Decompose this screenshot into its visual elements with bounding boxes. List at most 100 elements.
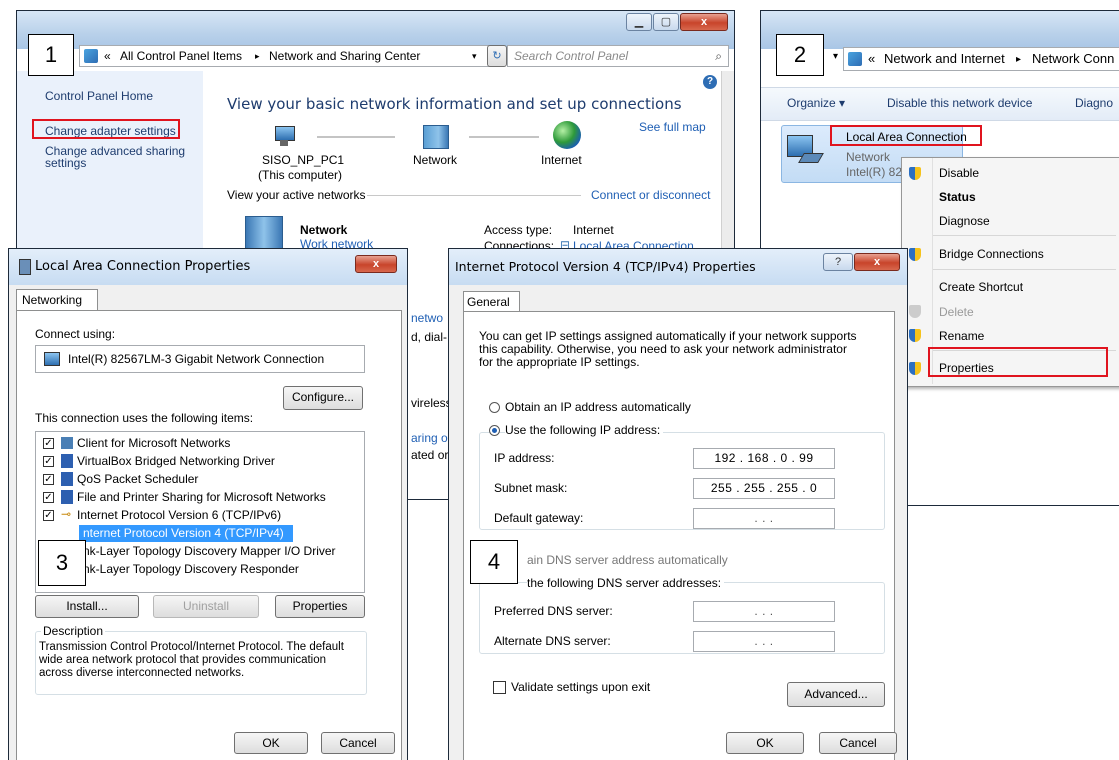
lacp-ok-button[interactable]: OK [234,732,308,754]
partial-text-2: d, dial- [411,330,448,344]
disable-device-button[interactable]: Disable this network device [887,96,1032,110]
connect-using-label: Connect using: [35,327,116,341]
address-dropdown-icon[interactable]: ▾ [472,46,477,66]
item-label-6[interactable]: nternet Protocol Version 4 (TCP/IPv4) [83,526,284,540]
search-input[interactable]: Search Control Panel ⌕ [507,45,729,67]
item-checkbox-3[interactable]: ✓ [43,474,54,485]
alternate-dns-label: Alternate DNS server: [494,634,611,648]
ipv4-intro: You can get IP settings assigned automat… [479,329,857,369]
change-advanced-sharing-link[interactable]: Change advanced sharing settings [45,145,185,169]
validate-label[interactable]: Validate settings upon exit [511,680,650,694]
ipv4-close-button[interactable]: x [854,253,900,271]
ipv4-ok-button[interactable]: OK [726,732,804,754]
maximize-button[interactable]: ▢ [653,13,679,31]
ipv4-help-button[interactable]: ? [823,253,853,271]
map-line-1 [317,136,395,138]
highlight-properties-menu [928,347,1108,377]
properties-button[interactable]: Properties [275,595,365,618]
menu-item-diagnose[interactable]: Diagnose [939,214,990,228]
validate-checkbox[interactable] [493,681,506,694]
menu-item-status[interactable]: Status [939,190,976,204]
lacp-cancel-button[interactable]: Cancel [321,732,395,754]
network-bench-icon [245,216,283,252]
use-following-dns-label[interactable]: the following DNS server addresses: [527,576,725,590]
ip-address-label: IP address: [494,451,555,465]
client-icon [61,437,73,449]
menu-item-disable[interactable]: Disable [939,166,979,180]
advanced-button[interactable]: Advanced... [787,682,885,707]
nsc-address-bar[interactable]: « All Control Panel Items ▸ Network and … [79,45,497,67]
file-printer-icon [61,490,73,504]
item-checkbox-5[interactable]: ✓ [43,510,54,521]
rename-shield-icon [909,329,921,342]
delete-shield-icon [909,305,921,318]
item-label-7[interactable]: nk-Layer Topology Discovery Mapper I/O D… [83,544,336,558]
address-crumb-all-items[interactable]: All Control Panel Items [120,46,242,66]
search-icon[interactable]: ⌕ [715,46,722,66]
driver-icon [61,454,73,468]
access-type-label: Access type: [484,223,553,237]
network-name: Network [300,223,348,237]
menu-item-create-shortcut[interactable]: Create Shortcut [939,280,1023,294]
ipv4-cancel-button[interactable]: Cancel [819,732,897,754]
item-checkbox-2[interactable]: ✓ [43,456,54,467]
subnet-mask-label: Subnet mask: [494,481,568,495]
alternate-dns-input[interactable]: . . . [693,631,835,652]
see-full-map-link[interactable]: See full map [639,120,706,134]
ip-address-input[interactable]: 192 . 168 . 0 . 99 [693,448,835,469]
menu-item-delete: Delete [939,305,974,319]
netconn-nav-dropdown-icon[interactable]: ▾ [833,51,838,62]
network-folder-icon [848,52,862,66]
access-type-value: Internet [573,223,614,237]
address-separator: ▸ [255,51,260,61]
active-networks-divider [367,195,581,196]
lacp-close-button[interactable]: x [355,255,397,273]
adapter-computer-icon [787,133,824,165]
item-checkbox-4[interactable]: ✓ [43,492,54,503]
item-label-3[interactable]: QoS Packet Scheduler [77,472,198,486]
netconn-crumb-network-internet[interactable]: Network and Internet [884,49,1005,69]
address-prefix: « [104,49,111,63]
diagnose-toolbar-button[interactable]: Diagno [1075,96,1113,110]
help-icon[interactable]: ? [703,75,717,89]
obtain-dns-auto-label[interactable]: ain DNS server address automatically [527,553,728,567]
connect-disconnect-link[interactable]: Connect or disconnect [591,188,710,202]
item-label-4[interactable]: File and Printer Sharing for Microsoft N… [77,490,326,504]
control-panel-icon [84,49,98,63]
menu-item-rename[interactable]: Rename [939,329,984,343]
netconn-crumb-current[interactable]: Network Conn [1032,49,1114,69]
menu-item-bridge[interactable]: Bridge Connections [939,247,1044,261]
close-button[interactable]: x [680,13,728,31]
netconn-address-bar[interactable]: « Network and Internet ▸ Network Conn [843,47,1119,71]
item-label-1[interactable]: Client for Microsoft Networks [77,436,230,450]
control-panel-home-link[interactable]: Control Panel Home [45,89,153,103]
refresh-button[interactable]: ↻ [487,45,507,67]
subnet-mask-input[interactable]: 255 . 255 . 255 . 0 [693,478,835,499]
use-following-ip-label[interactable]: Use the following IP address: [505,423,664,437]
description-text: Transmission Control Protocol/Internet P… [39,641,344,679]
obtain-ip-auto-radio[interactable] [489,402,500,413]
install-button[interactable]: Install... [35,595,139,618]
address-crumb-current[interactable]: Network and Sharing Center [269,46,420,66]
minimize-button[interactable]: ▁ [626,13,652,31]
use-following-ip-radio[interactable] [489,425,500,436]
adapter-status: Network [846,150,891,164]
item-label-5[interactable]: Internet Protocol Version 6 (TCP/IPv6) [77,508,281,522]
step-badge-4: 4 [470,540,518,584]
step-badge-1: 1 [28,34,74,76]
map-line-2 [469,136,539,138]
organize-menu-button[interactable]: Organize ▾ [787,96,845,110]
item-label-2[interactable]: VirtualBox Bridged Networking Driver [77,454,275,468]
configure-button[interactable]: Configure... [283,386,363,410]
default-gateway-input[interactable]: . . . [693,508,835,529]
obtain-ip-auto-label[interactable]: Obtain an IP address automatically [505,400,691,414]
preferred-dns-input[interactable]: . . . [693,601,835,622]
highlight-local-area-connection [830,125,982,146]
lacp-tab-label: Networking [22,293,83,307]
protocol-icon: ⊸ [61,507,72,521]
menu-separator-2 [933,269,1116,270]
uninstall-button: Uninstall [153,595,259,618]
item-checkbox-1[interactable]: ✓ [43,438,54,449]
partial-text-1: netwo [411,311,444,325]
item-label-8[interactable]: nk-Layer Topology Discovery Responder [83,562,299,576]
